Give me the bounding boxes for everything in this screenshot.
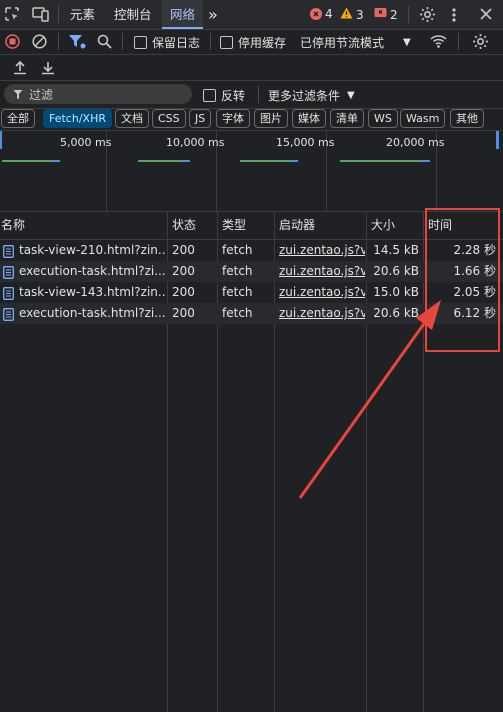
annotation-arrow — [298, 300, 441, 499]
